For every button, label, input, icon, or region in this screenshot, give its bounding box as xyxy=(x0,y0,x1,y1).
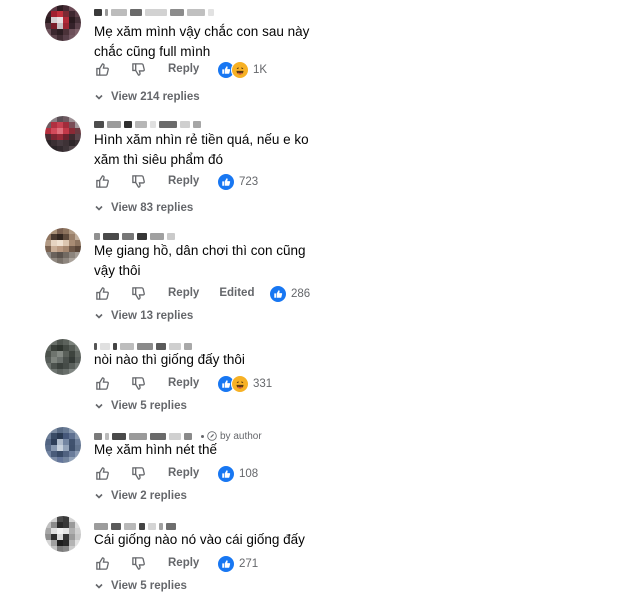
view-replies-label: View 13 replies xyxy=(111,310,194,322)
avatar[interactable] xyxy=(45,516,81,552)
reaction-summary[interactable]: 723 xyxy=(217,173,258,191)
thumbs-down-outline-icon[interactable] xyxy=(130,285,146,301)
like-reaction-icon xyxy=(269,285,287,303)
reaction-count: 331 xyxy=(253,378,273,390)
comment-text: Mẹ xăm hình nét thế xyxy=(94,442,218,457)
thumbs-down-outline-icon[interactable] xyxy=(130,61,146,77)
chevron-down-icon xyxy=(95,94,103,100)
thumbs-up-outline-icon[interactable] xyxy=(94,555,110,571)
thumbs-down-outline-icon[interactable] xyxy=(130,465,146,481)
avatar[interactable] xyxy=(45,5,81,41)
chevron-down-icon xyxy=(95,583,103,589)
thumbs-down-outline-icon[interactable] xyxy=(130,173,146,189)
comment-text: Hình xăm nhìn rẻ tiền quá, nếu e ko xăm … xyxy=(94,132,309,167)
view-replies-button[interactable]: View 13 replies xyxy=(94,310,193,322)
author-name-redacted[interactable] xyxy=(94,6,214,18)
reply-button[interactable]: Reply xyxy=(168,63,199,75)
separator-dot xyxy=(201,434,204,438)
author-name-redacted[interactable] xyxy=(94,118,201,130)
chevron-down-icon xyxy=(95,205,103,211)
reaction-summary[interactable]: 1K xyxy=(217,61,267,79)
avatar[interactable] xyxy=(45,339,81,375)
like-reaction-icon xyxy=(217,465,235,483)
comment-text: Cái giống nào nó vào cái giống đấy xyxy=(94,532,305,547)
thumbs-up-outline-icon[interactable] xyxy=(94,285,110,301)
reply-button[interactable]: Reply xyxy=(168,287,199,299)
reaction-count: 286 xyxy=(291,288,311,300)
view-replies-label: View 5 replies xyxy=(111,400,187,412)
view-replies-button[interactable]: View 2 replies xyxy=(94,490,187,502)
comment-text: nòi nào thì giống đấy thôi xyxy=(94,352,245,367)
thumbs-up-outline-icon[interactable] xyxy=(94,465,110,481)
thumbs-up-outline-icon[interactable] xyxy=(94,375,110,391)
chevron-down-icon xyxy=(95,313,103,319)
comment-actions: Reply xyxy=(94,59,199,79)
avatar[interactable] xyxy=(45,228,81,264)
reply-button[interactable]: Reply xyxy=(168,377,199,389)
thumbs-down-outline-icon[interactable] xyxy=(130,555,146,571)
comment-actions: Reply xyxy=(94,463,199,483)
view-replies-button[interactable]: View 5 replies xyxy=(94,400,187,412)
comment-actions: Reply Edited xyxy=(94,283,254,303)
edited-label[interactable]: Edited xyxy=(219,287,254,299)
view-replies-label: View 5 replies xyxy=(111,580,187,592)
like-reaction-icon xyxy=(217,173,235,191)
reaction-count: 271 xyxy=(239,558,259,570)
view-replies-label: View 2 replies xyxy=(111,490,187,502)
reply-button[interactable]: Reply xyxy=(168,557,199,569)
thumbs-up-outline-icon[interactable] xyxy=(94,61,110,77)
comment-text: Mẹ giang hồ, dân chơi thì con cũng vậy t… xyxy=(94,243,306,278)
avatar[interactable] xyxy=(45,427,81,463)
comment-text: Mẹ xăm mình vậy chắc con sau này chắc cũ… xyxy=(94,24,310,59)
haha-reaction-icon xyxy=(231,375,249,393)
avatar[interactable] xyxy=(45,116,81,152)
view-replies-button[interactable]: View 83 replies xyxy=(94,202,193,214)
reply-button[interactable]: Reply xyxy=(168,467,199,479)
reply-button[interactable]: Reply xyxy=(168,175,199,187)
reaction-count: 108 xyxy=(239,468,259,480)
reaction-count: 723 xyxy=(239,176,259,188)
view-replies-label: View 214 replies xyxy=(111,91,200,103)
view-replies-label: View 83 replies xyxy=(111,202,194,214)
thumbs-up-outline-icon[interactable] xyxy=(94,173,110,189)
comment-actions: Reply xyxy=(94,373,199,393)
thumbs-down-outline-icon[interactable] xyxy=(130,375,146,391)
view-replies-button[interactable]: View 214 replies xyxy=(94,91,200,103)
reaction-summary[interactable]: 331 xyxy=(217,375,272,393)
reaction-count: 1K xyxy=(253,64,268,76)
comment-actions: Reply xyxy=(94,171,199,191)
chevron-down-icon xyxy=(95,493,103,499)
reaction-summary[interactable]: 108 xyxy=(217,465,258,483)
view-replies-button[interactable]: View 5 replies xyxy=(94,580,187,592)
reaction-summary[interactable]: 271 xyxy=(217,555,258,573)
reaction-summary[interactable]: 286 xyxy=(269,285,310,303)
haha-reaction-icon xyxy=(231,61,249,79)
like-reaction-icon xyxy=(217,555,235,573)
comment-actions: Reply xyxy=(94,553,199,573)
chevron-down-icon xyxy=(95,403,103,409)
